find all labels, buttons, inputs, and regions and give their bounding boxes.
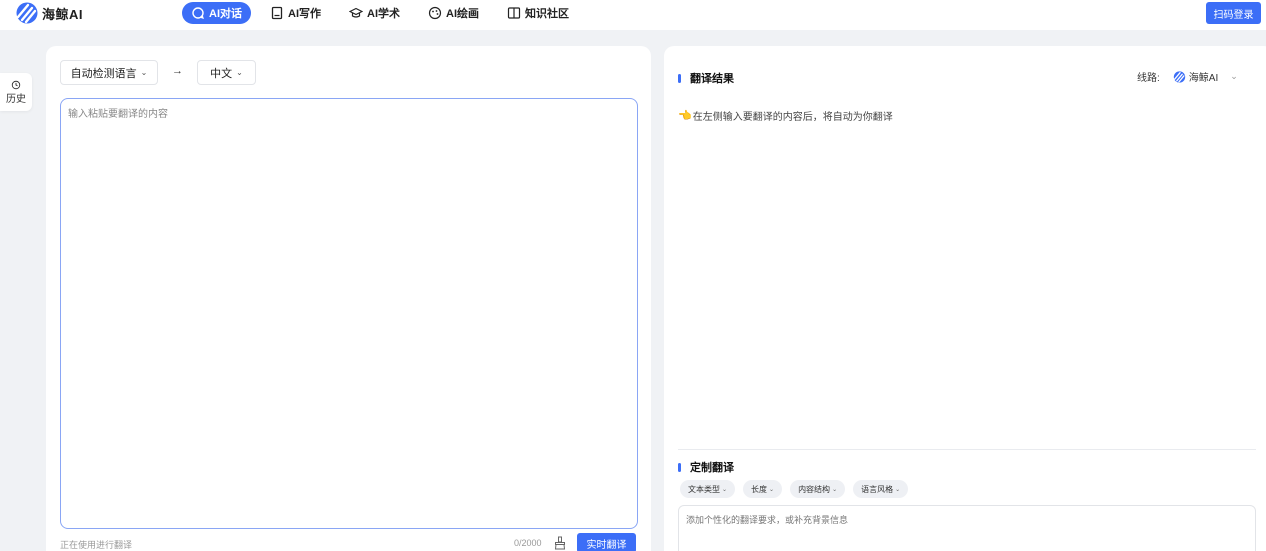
title-accent-bar — [678, 462, 681, 472]
nav-ai-writing[interactable]: AI写作 — [261, 2, 330, 24]
main-nav: AI对话 AI写作 AI学术 AI绘画 知识社区 — [182, 2, 588, 24]
chip-label: 长度 — [751, 484, 768, 494]
whale-logo-icon — [1173, 70, 1185, 83]
whale-logo-icon — [16, 2, 38, 24]
scan-login-button[interactable]: 扫码登录 — [1206, 2, 1261, 24]
chip-label: 内容结构 — [798, 484, 831, 494]
title-accent-bar — [678, 73, 681, 83]
custom-requirement-container — [678, 505, 1256, 551]
history-label: 历史 — [6, 93, 26, 105]
divider — [678, 449, 1256, 450]
nav-ai-writing-label: AI写作 — [288, 8, 321, 20]
chip-length[interactable]: 长度 ⌄ — [743, 480, 783, 498]
nav-ai-academic-label: AI学术 — [367, 8, 400, 20]
route-label: 线路: — [1137, 73, 1160, 84]
nav-knowledge-community[interactable]: 知识社区 — [498, 2, 578, 24]
chevron-down-icon: ⌄ — [895, 486, 901, 493]
custom-options: 文本类型 ⌄ 长度 ⌄ 内容结构 ⌄ 语言风格 ⌄ — [680, 480, 916, 498]
chevron-down-icon: ⌄ — [1230, 71, 1238, 81]
custom-requirement-input[interactable] — [686, 513, 1248, 551]
chevron-down-icon: ⌄ — [236, 68, 243, 77]
route-value: 海鲸AI — [1188, 73, 1219, 84]
history-button[interactable]: 历史 — [0, 73, 32, 111]
notebook-icon — [270, 6, 284, 20]
brush-icon[interactable] — [553, 536, 567, 550]
target-language-label: 中文 — [210, 67, 233, 80]
chip-label: 语言风格 — [861, 484, 894, 494]
result-panel: 翻译结果 线路: 海鲸AI ⌄ 👈 在左侧输入要翻译的内容后，将自动为你翻译 定… — [664, 46, 1266, 551]
result-title: 翻译结果 — [678, 70, 734, 86]
graduation-cap-icon — [349, 6, 363, 20]
chip-text-type[interactable]: 文本类型 ⌄ — [680, 480, 736, 498]
chip-content-structure[interactable]: 内容结构 ⌄ — [790, 480, 846, 498]
nav-knowledge-community-label: 知识社区 — [525, 8, 569, 20]
source-language-label: 自动检测语言 — [70, 67, 137, 80]
chevron-down-icon: ⌄ — [769, 486, 775, 493]
chevron-down-icon: ⌄ — [832, 486, 838, 493]
history-icon — [11, 80, 21, 89]
custom-title-label: 定制翻译 — [690, 462, 734, 474]
realtime-translate-button[interactable]: 实时翻译 — [577, 533, 636, 551]
target-language-select[interactable]: 中文 ⌄ — [197, 60, 256, 85]
top-navbar: 海鲸AI AI对话 AI写作 AI学术 AI绘画 知识社区 扫码登录 — [0, 0, 1266, 30]
nav-ai-chat[interactable]: AI对话 — [182, 2, 251, 24]
logo-text: 海鲸AI — [42, 6, 84, 22]
pointing-hand-icon: 👈 — [678, 110, 692, 122]
nav-ai-painting-label: AI绘画 — [446, 8, 479, 20]
char-count: 0/2000 — [514, 538, 542, 548]
custom-title: 定制翻译 — [678, 459, 734, 475]
logo[interactable]: 海鲸AI — [15, 0, 83, 26]
nav-ai-painting[interactable]: AI绘画 — [419, 2, 488, 24]
nav-ai-chat-label: AI对话 — [209, 8, 242, 20]
source-panel: 自动检测语言 ⌄ → 中文 ⌄ 正在使用进行翻译 0/2000 实时翻译 — [46, 46, 651, 551]
arrow-right-icon[interactable]: → — [172, 65, 183, 77]
source-text-container — [60, 98, 638, 529]
source-text-input[interactable] — [68, 105, 630, 522]
book-icon — [507, 6, 521, 20]
chat-icon — [191, 6, 205, 20]
palette-icon — [428, 6, 442, 20]
chip-label: 文本类型 — [688, 484, 720, 494]
nav-ai-academic[interactable]: AI学术 — [340, 2, 409, 24]
result-hint: 👈 在左侧输入要翻译的内容后，将自动为你翻译 — [678, 108, 893, 123]
translation-engine-status: 正在使用进行翻译 — [60, 540, 133, 550]
result-hint-text: 在左侧输入要翻译的内容后，将自动为你翻译 — [692, 112, 893, 123]
result-title-label: 翻译结果 — [690, 73, 734, 85]
source-language-select[interactable]: 自动检测语言 ⌄ — [60, 60, 158, 85]
chip-language-style[interactable]: 语言风格 ⌄ — [853, 480, 909, 498]
chevron-down-icon: ⌄ — [140, 68, 148, 77]
chevron-down-icon: ⌄ — [722, 486, 728, 493]
route-select[interactable]: 线路: 海鲸AI ⌄ — [1137, 69, 1238, 84]
